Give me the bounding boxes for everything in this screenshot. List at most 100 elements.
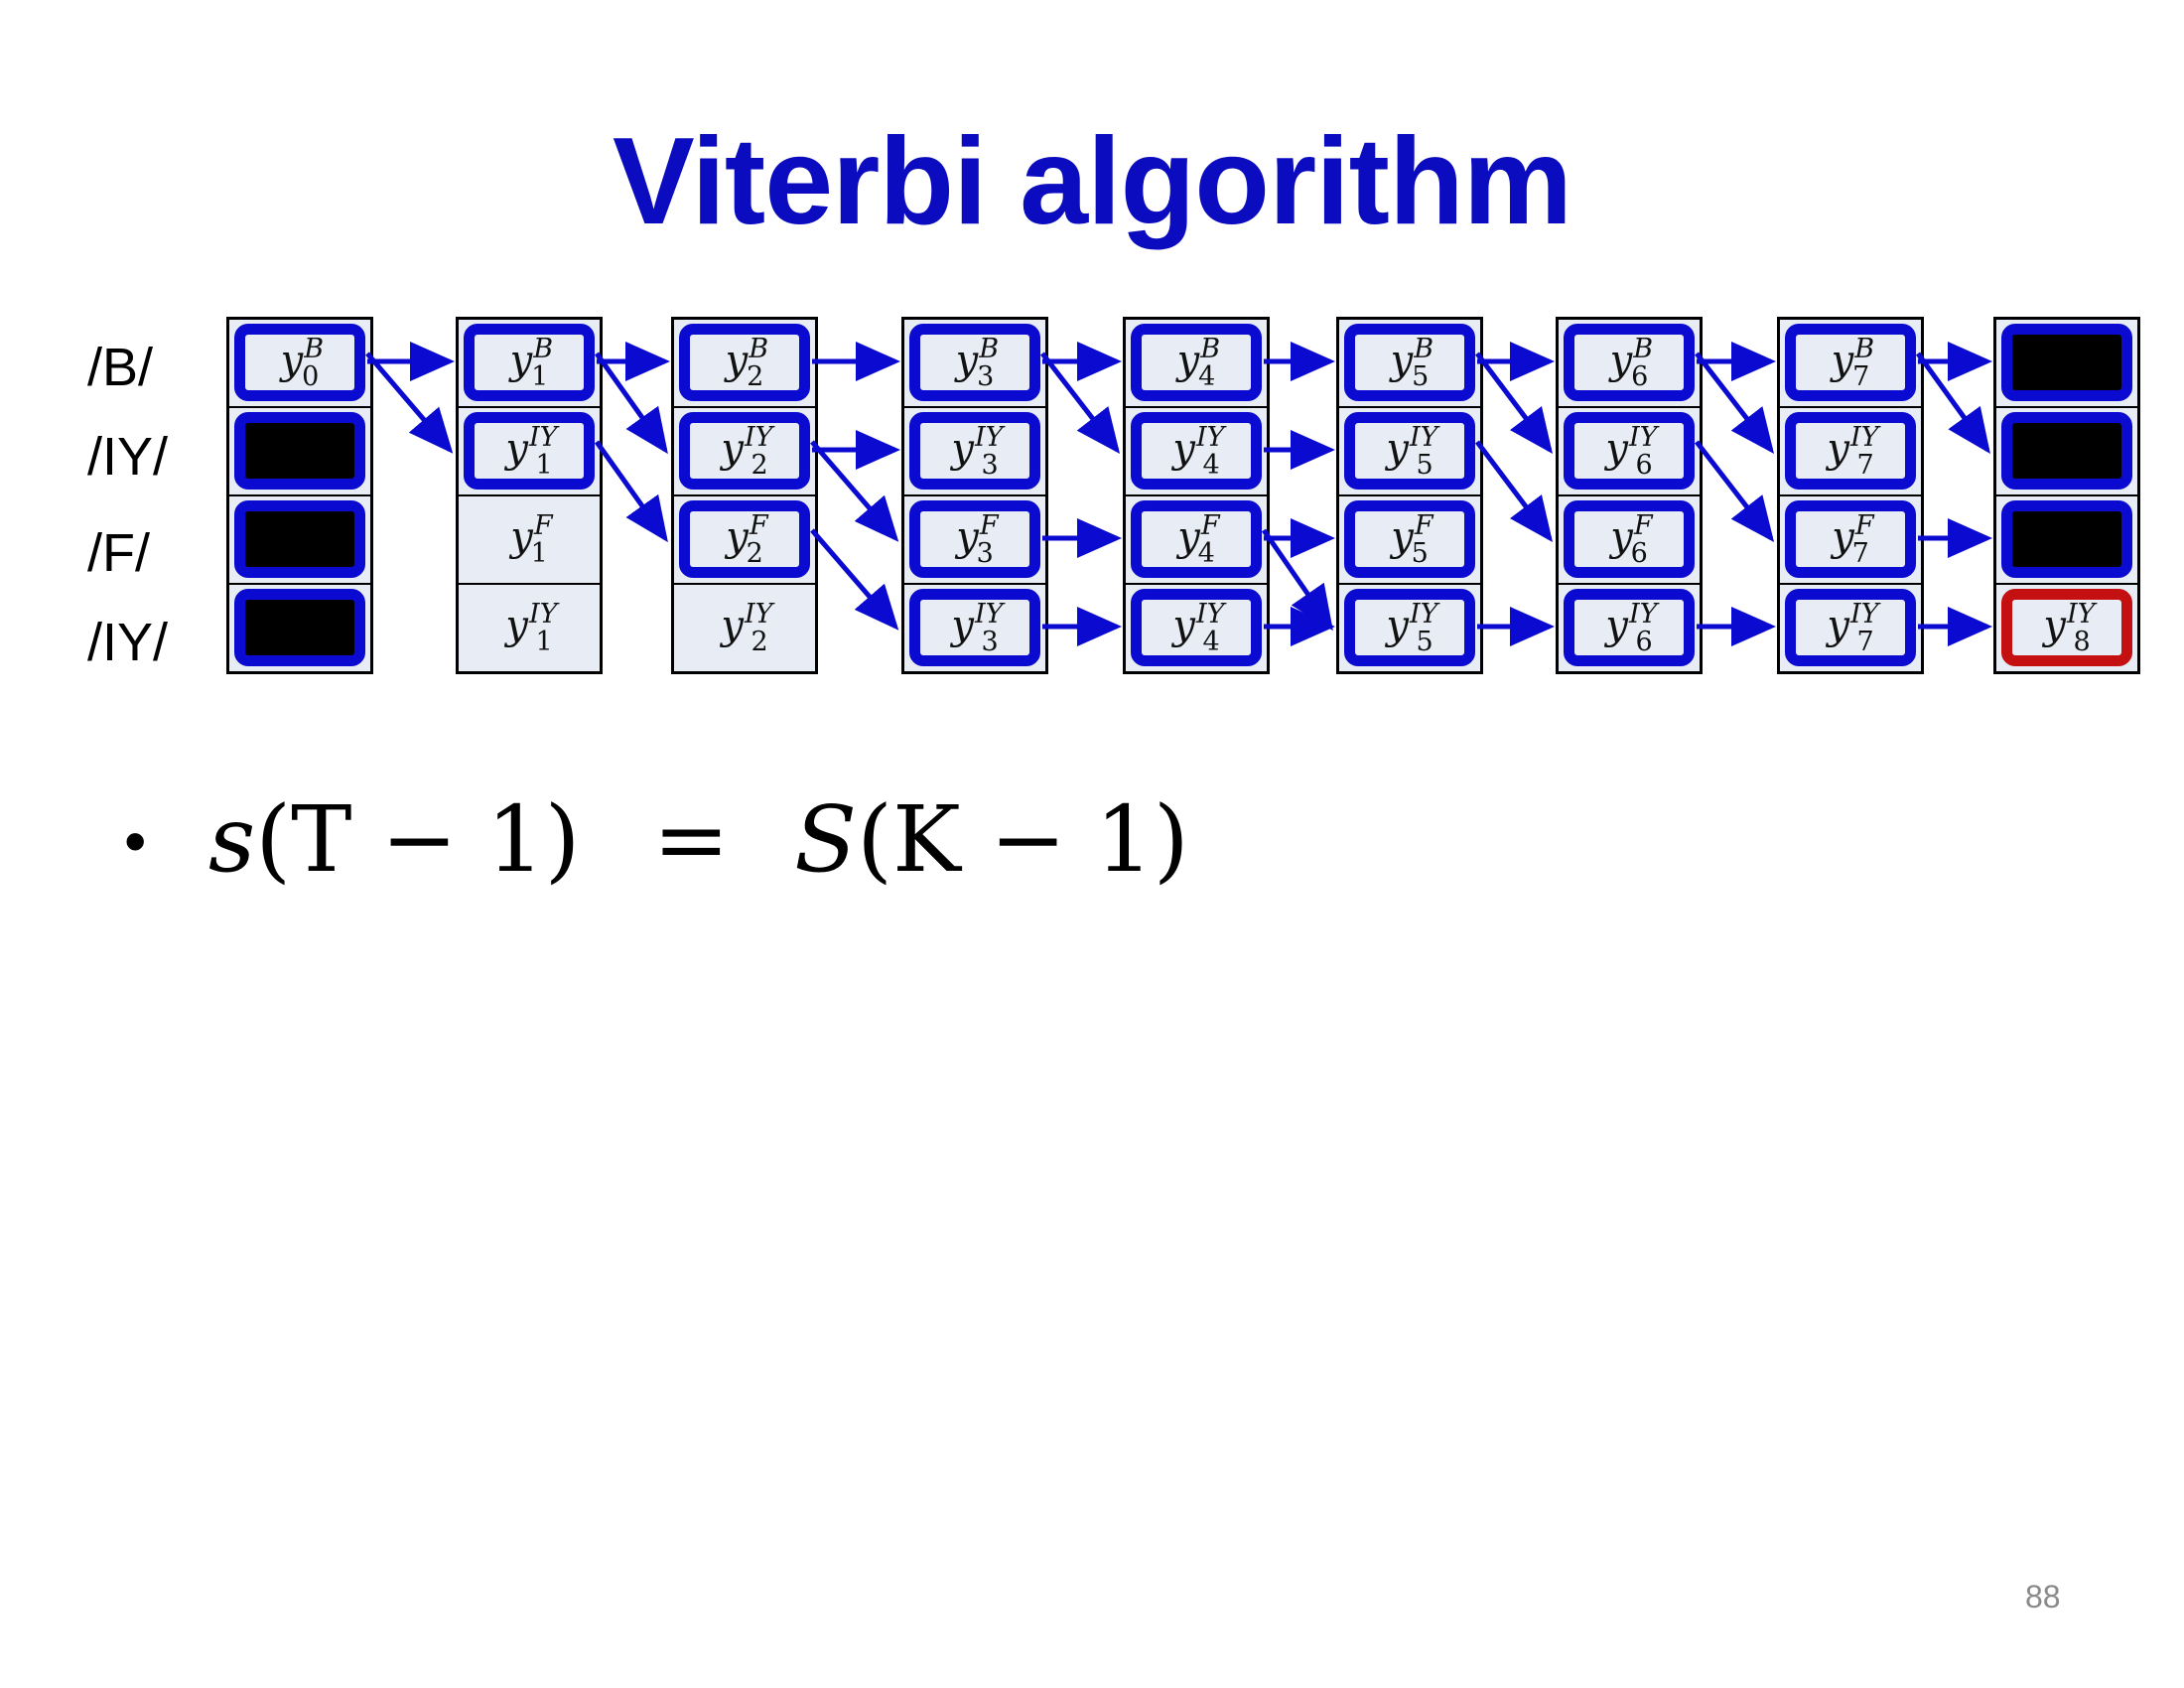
trellis-cell-5-0: yB5 — [1339, 320, 1480, 408]
path-highlight — [1785, 324, 1916, 401]
trellis-column-6: yB6 yIY6 yF6 yIY6 — [1556, 317, 1703, 674]
trellis-cell-1-3: yIY1 — [459, 585, 600, 673]
path-highlight — [1785, 500, 1916, 578]
path-highlight — [1564, 589, 1695, 666]
path-highlight — [909, 500, 1040, 578]
trellis-cell-2-0: yB2 — [674, 320, 815, 408]
trellis-cell-7-0: yB7 — [1780, 320, 1921, 408]
path-highlight — [1131, 500, 1262, 578]
formula-S: S — [794, 786, 858, 893]
trellis-cell-1-1: yIY1 — [459, 408, 600, 496]
transition-arrow — [810, 528, 899, 631]
trellis-cell-7-2: yF7 — [1780, 496, 1921, 585]
trellis-cell-8-2 — [1996, 496, 2137, 585]
trellis-cell-5-1: yIY5 — [1339, 408, 1480, 496]
cell-label-base: y — [721, 603, 744, 648]
slide-title: Viterbi algorithm — [613, 113, 1572, 250]
trellis-cell-5-2: yF5 — [1339, 496, 1480, 585]
path-highlight — [234, 324, 365, 401]
trellis-cell-2-1: yIY2 — [674, 408, 815, 496]
path-highlight — [909, 412, 1040, 490]
trellis-cell-8-3: yIY8 — [1996, 585, 2137, 673]
path-highlight — [679, 412, 810, 490]
cell-label-base: y — [510, 514, 533, 560]
transition-arrow — [810, 440, 899, 542]
bullet-dot: • — [124, 805, 147, 877]
trellis-column-5: yB5 yIY5 yF5 yIY5 — [1336, 317, 1483, 674]
cell-label: yIY2 — [674, 599, 815, 657]
formula-s: s — [208, 786, 256, 893]
trellis-cell-2-3: yIY2 — [674, 585, 815, 673]
trellis-cell-6-3: yIY6 — [1559, 585, 1700, 673]
path-highlight — [464, 324, 595, 401]
cell-label-time: 1 — [530, 538, 548, 569]
path-highlight — [1131, 589, 1262, 666]
path-highlight — [1131, 324, 1262, 401]
row-label-f: /F/ — [87, 523, 150, 583]
page-number: 88 — [2025, 1579, 2061, 1615]
path-highlight — [2001, 324, 2132, 401]
trellis-cell-1-0: yB1 — [459, 320, 600, 408]
trellis-cell-5-3: yIY5 — [1339, 585, 1480, 673]
transition-arrow — [1475, 440, 1554, 542]
trellis-column-2: yB2 yIY2 yF2 yIY2 — [671, 317, 818, 674]
path-highlight — [234, 500, 365, 578]
transition-arrow — [1915, 352, 1990, 455]
path-highlight — [1131, 412, 1262, 490]
transition-arrow — [1475, 352, 1554, 454]
path-highlight — [1785, 589, 1916, 666]
formula: s(T − 1) = S(K − 1) — [208, 786, 1189, 893]
path-highlight — [1344, 589, 1475, 666]
trellis-cell-3-1: yIY3 — [904, 408, 1045, 496]
trellis-cell-6-1: yIY6 — [1559, 408, 1700, 496]
cell-label-state: IY — [528, 599, 558, 630]
trellis-cell-7-3: yIY7 — [1780, 585, 1921, 673]
cell-label: yF1 — [459, 510, 600, 569]
row-label-iy-2: /IY/ — [87, 613, 169, 672]
trellis-column-8: yIY8 — [1993, 317, 2140, 674]
transition-arrow — [1695, 352, 1775, 454]
path-highlight — [234, 589, 365, 666]
trellis-cell-3-0: yB3 — [904, 320, 1045, 408]
path-highlight — [2001, 412, 2132, 490]
transition-arrow — [1040, 352, 1121, 454]
row-label-iy-1: /IY/ — [87, 427, 169, 487]
path-highlight — [2001, 500, 2132, 578]
cell-label-time: 2 — [751, 627, 768, 657]
path-highlight — [1785, 412, 1916, 490]
trellis-cell-2-2: yF2 — [674, 496, 815, 585]
transition-arrow — [1261, 528, 1333, 632]
transition-arrow — [1695, 440, 1775, 542]
path-highlight — [679, 500, 810, 578]
transition-arrow — [594, 440, 668, 543]
path-highlight — [679, 324, 810, 401]
cell-label-state: IY — [744, 599, 773, 630]
path-highlight — [1344, 412, 1475, 490]
trellis-cell-6-2: yF6 — [1559, 496, 1700, 585]
trellis-cell-4-0: yB4 — [1126, 320, 1267, 408]
trellis-cell-4-1: yIY4 — [1126, 408, 1267, 496]
transition-arrow — [594, 352, 668, 455]
trellis-cell-0-0: yB0 — [229, 320, 370, 408]
trellis-cell-1-2: yF1 — [459, 496, 600, 585]
trellis-cell-3-2: yF3 — [904, 496, 1045, 585]
path-highlight — [909, 589, 1040, 666]
path-highlight — [909, 324, 1040, 401]
cell-label: yIY1 — [459, 599, 600, 657]
trellis-column-1: yB1 yIY1 yF1 yIY1 — [456, 317, 603, 674]
trellis-cell-0-2 — [229, 496, 370, 585]
cell-label-time: 1 — [535, 627, 553, 657]
trellis-cell-0-3 — [229, 585, 370, 673]
path-highlight — [1564, 412, 1695, 490]
path-highlight — [1344, 500, 1475, 578]
trellis-cell-4-3: yIY4 — [1126, 585, 1267, 673]
row-label-b: /B/ — [87, 338, 154, 397]
final-state-highlight — [2001, 589, 2132, 666]
path-highlight — [1344, 324, 1475, 401]
trellis-column-7: yB7 yIY7 yF7 yIY7 — [1777, 317, 1924, 674]
trellis-cell-4-2: yF4 — [1126, 496, 1267, 585]
trellis-cell-7-1: yIY7 — [1780, 408, 1921, 496]
path-highlight — [1564, 324, 1695, 401]
path-highlight — [234, 412, 365, 490]
cell-label-state: F — [533, 510, 553, 541]
